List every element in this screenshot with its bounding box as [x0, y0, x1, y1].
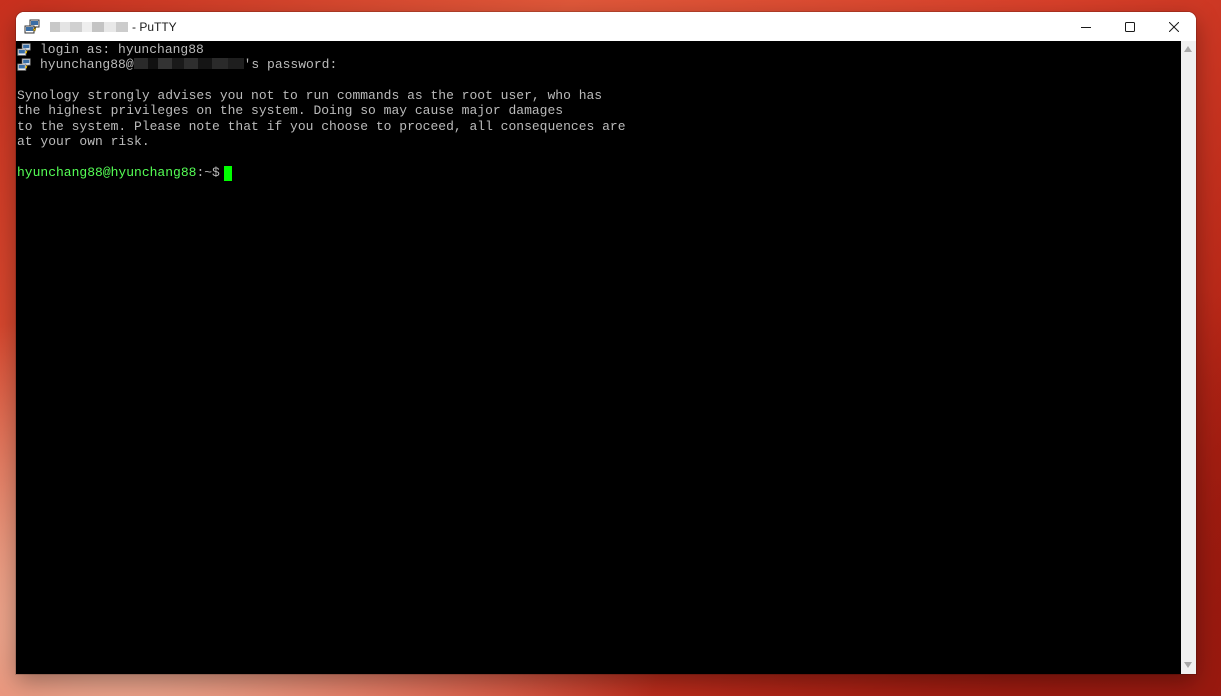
- redacted-host: [133, 58, 244, 69]
- maximize-button[interactable]: [1108, 12, 1152, 41]
- putty-icon: [17, 58, 31, 71]
- terminal-screen[interactable]: login as: hyunchang88 hyunchang88@ 's pas…: [16, 41, 1181, 674]
- window-title: - PuTTY: [132, 19, 177, 34]
- login-line: login as: hyunchang88: [40, 42, 204, 57]
- warning-line: Synology strongly advises you not to run…: [17, 88, 603, 103]
- title-bar[interactable]: - PuTTY: [16, 12, 1196, 41]
- password-user-host: hyunchang88@: [40, 57, 134, 72]
- terminal-cursor: [224, 166, 232, 181]
- maximize-icon: [1125, 21, 1135, 32]
- putty-icon: [17, 43, 31, 56]
- prompt-user-host: hyunchang88@hyunchang88: [17, 165, 197, 180]
- minimize-icon: [1081, 26, 1091, 28]
- warning-line: to the system. Please note that if you c…: [17, 119, 626, 134]
- putty-window: - PuTTY login as: hyunchang88 hyunchang8…: [16, 12, 1196, 674]
- warning-line: the highest privileges on the system. Do…: [17, 103, 564, 118]
- minimize-button[interactable]: [1064, 12, 1108, 41]
- password-prompt: 's password:: [243, 57, 338, 72]
- vertical-scrollbar[interactable]: [1181, 41, 1196, 674]
- window-title-host-redacted: [50, 21, 128, 32]
- putty-icon: [24, 19, 40, 33]
- warning-line: at your own risk.: [17, 134, 150, 149]
- prompt-path: :~$: [196, 165, 228, 180]
- close-icon: [1169, 21, 1179, 32]
- password-line: hyunchang88@ 's password:: [40, 57, 337, 72]
- close-button[interactable]: [1152, 12, 1196, 41]
- shell-prompt: hyunchang88@hyunchang88:~$: [17, 165, 228, 180]
- scroll-up-icon[interactable]: [1184, 46, 1192, 52]
- scroll-down-icon[interactable]: [1184, 662, 1192, 668]
